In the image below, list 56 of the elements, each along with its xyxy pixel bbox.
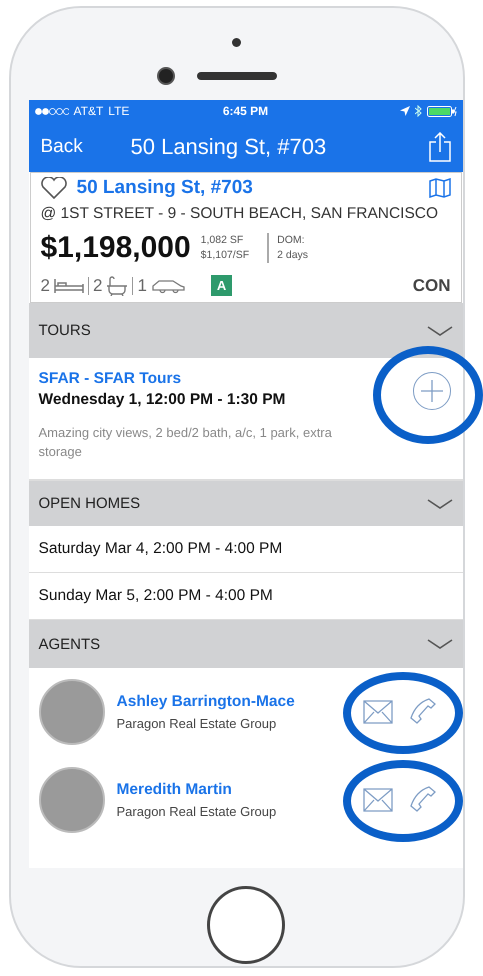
bluetooth-icon: [414, 105, 422, 117]
section-header[interactable]: TOURS: [28, 303, 462, 358]
chevron-down-icon[interactable]: [426, 498, 452, 508]
location-arrow-icon: [400, 106, 410, 116]
agent-company: Paragon Real Estate Group: [116, 804, 278, 819]
camera-lens: [156, 67, 174, 85]
agent-name[interactable]: Ashley Barrington-Mace: [116, 693, 350, 711]
chevron-down-icon[interactable]: [426, 326, 452, 336]
call-button[interactable]: [408, 786, 436, 814]
section-title: TOURS: [38, 322, 91, 339]
phone-icon: [408, 698, 436, 726]
tour-organizer[interactable]: SFAR - SFAR Tours: [38, 370, 452, 388]
nav-title: 50 Lansing St, #703: [130, 134, 328, 160]
bathtub-icon: [106, 276, 128, 296]
map-icon[interactable]: [428, 178, 450, 198]
sensor-dot: [232, 38, 241, 47]
status-badge: A: [210, 275, 232, 296]
property-type: CON: [412, 276, 450, 296]
section-title: OPEN HOMES: [38, 495, 140, 512]
listing-address: @ 1ST STREET - 9 - SOUTH BEACH, SAN FRANCISCO: [40, 205, 440, 223]
section-header[interactable]: OPEN HOMES: [28, 481, 462, 526]
signal-icon: [34, 108, 68, 114]
bed-icon: [54, 278, 84, 294]
bed-count: 2: [40, 276, 50, 296]
chevron-down-icon[interactable]: [426, 639, 452, 649]
add-button[interactable]: [412, 372, 450, 410]
open-home-time[interactable]: Saturday Mar 4, 2:00 PM - 4:00 PM: [28, 526, 462, 573]
call-button[interactable]: [408, 698, 436, 726]
parking-count: 1: [137, 276, 147, 296]
section-title: AGENTS: [38, 636, 100, 652]
back-button[interactable]: Back: [40, 136, 130, 158]
envelope-icon: [362, 700, 392, 724]
carrier-name: AT&T: [74, 104, 104, 118]
email-button[interactable]: [362, 700, 392, 724]
tour-note: Amazing city views, 2 bed/2 bath, a/c, 1 park, extra storage: [38, 424, 333, 461]
battery-icon: [426, 106, 457, 116]
status-time: 6:45 PM: [222, 104, 268, 118]
price-per-square-foot: $1,107/SF: [200, 248, 250, 263]
email-button[interactable]: [362, 788, 392, 812]
square-feet: 1,082 SF: [200, 233, 244, 248]
network-type: LTE: [108, 104, 130, 118]
bath-count: 2: [92, 276, 102, 296]
listing-title: 50 Lansing St, #703: [76, 177, 254, 199]
days-on-market-label: DOM:: [277, 233, 306, 248]
days-on-market-value: 2 days: [277, 248, 308, 263]
tour-time: Wednesday 1, 12:00 PM - 1:30 PM: [38, 391, 286, 409]
agent-name[interactable]: Meredith Martin: [116, 781, 350, 799]
heart-icon[interactable]: [40, 177, 66, 199]
phone-icon: [408, 786, 436, 814]
agent-company: Paragon Real Estate Group: [116, 716, 278, 731]
plus-icon: [420, 380, 442, 402]
section-header[interactable]: AGENTS: [28, 620, 462, 668]
share-icon[interactable]: [428, 132, 450, 162]
listing-price: $1,198,000: [40, 231, 191, 265]
car-icon: [150, 278, 185, 294]
envelope-icon: [362, 788, 392, 812]
